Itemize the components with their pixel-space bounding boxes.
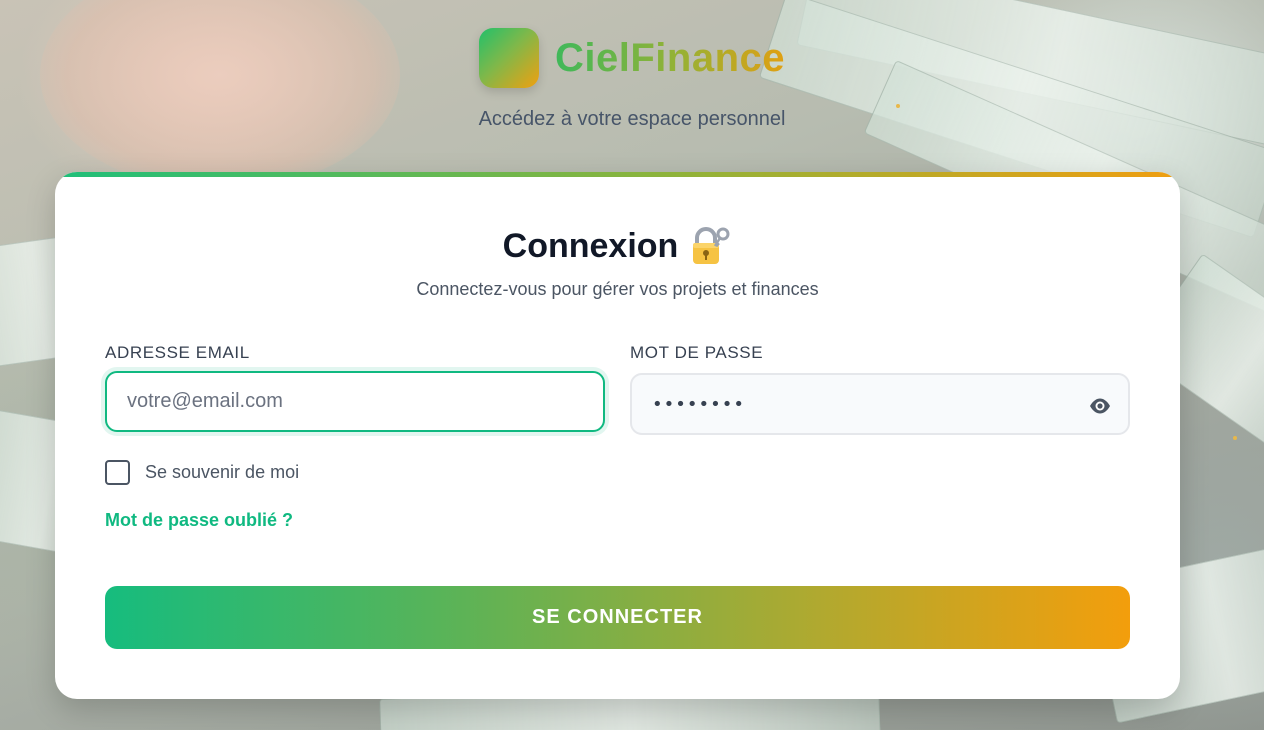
login-subtitle: Connectez-vous pour gérer vos projets et… <box>416 279 819 299</box>
lock-with-key-icon <box>693 227 730 264</box>
brand-tagline: Accédez à votre espace personnel <box>478 108 786 130</box>
login-card: Connexion Connectez-vous pour gérer vos … <box>55 172 1180 699</box>
login-title: Connexion <box>55 224 1180 268</box>
email-label: ADRESSE EMAIL <box>105 343 250 362</box>
brand-name: CielFinance <box>554 35 785 80</box>
password-field[interactable]: •••••••• <box>630 373 1130 435</box>
remember-me-label[interactable]: Se souvenir de moi <box>145 462 299 483</box>
card-accent-bar <box>55 172 1180 177</box>
login-submit-button[interactable]: SE CONNECTER <box>105 586 1130 649</box>
password-value: •••••••• <box>652 394 745 415</box>
forgot-password-link[interactable]: Mot de passe oublié ? <box>105 510 293 531</box>
login-title-text: Connexion <box>502 226 679 265</box>
password-label: MOT DE PASSE <box>630 343 764 362</box>
remember-me[interactable]: Se souvenir de moi <box>105 460 299 485</box>
brand-header: CielFinance <box>0 28 1264 88</box>
email-field[interactable] <box>105 371 605 432</box>
remember-me-checkbox[interactable] <box>105 460 130 485</box>
brand-logo-icon <box>478 28 539 88</box>
eye-icon[interactable] <box>1088 394 1112 418</box>
